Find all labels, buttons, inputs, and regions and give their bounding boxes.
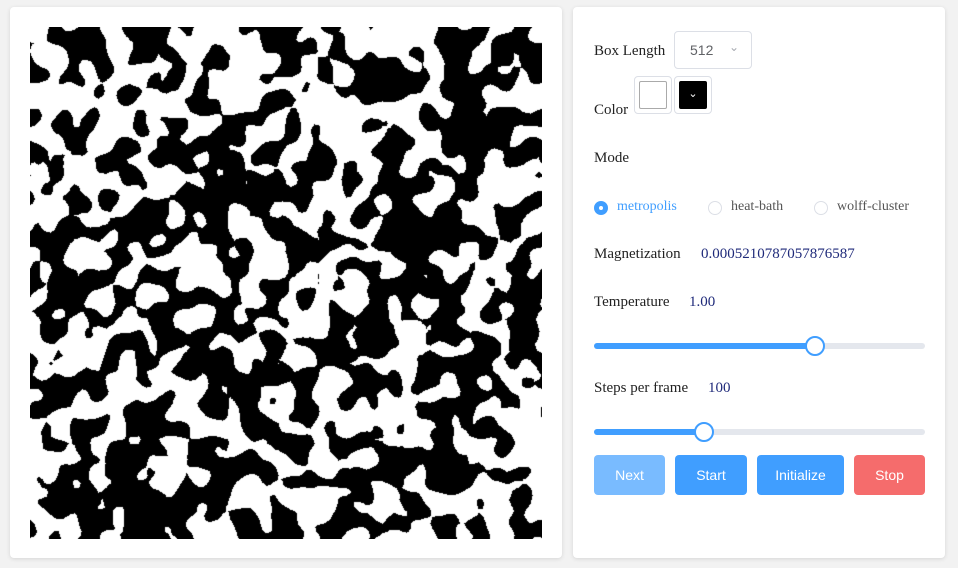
radio-label: heat-bath [731, 199, 784, 214]
temperature-label: Temperature [594, 294, 670, 310]
chevron-down-icon: ⌄ [728, 40, 739, 54]
initialize-button[interactable]: Initialize [757, 455, 844, 495]
box-length-label: Box Length [594, 43, 666, 59]
ising-lattice-canvas [30, 27, 542, 539]
magnetization-label: Magnetization [594, 246, 681, 262]
steps-per-frame-slider[interactable] [594, 422, 925, 442]
slider-fill [594, 343, 815, 349]
lattice-panel [10, 7, 562, 558]
radio-circle-icon [594, 201, 608, 215]
white-color-swatch [639, 81, 667, 109]
box-length-value: 512 [690, 42, 714, 58]
stop-button[interactable]: Stop [854, 455, 925, 495]
magnetization-value: 0.0005210787057876587 [701, 246, 855, 262]
start-button[interactable]: Start [675, 455, 747, 495]
slider-fill [594, 429, 705, 435]
chevron-down-icon: ⌄ [688, 87, 698, 100]
steps-per-frame-value: 100 [708, 380, 731, 396]
black-color-swatch: ⌄ [679, 81, 707, 109]
next-button[interactable]: Next [594, 455, 665, 495]
temperature-value: 1.00 [689, 294, 716, 310]
spin-up-color-picker[interactable] [634, 76, 672, 114]
box-length-select[interactable]: 512 ⌄ [674, 31, 752, 69]
steps-per-frame-label: Steps per frame [594, 380, 689, 396]
radio-circle-icon [814, 201, 828, 215]
control-panel: Box Length 512 ⌄ Color ⌄ Mode metropolis… [573, 7, 945, 558]
temperature-slider[interactable] [594, 336, 925, 356]
slider-thumb[interactable] [694, 422, 715, 442]
slider-thumb[interactable] [804, 336, 825, 356]
radio-label: metropolis [617, 199, 677, 214]
mode-label: Mode [594, 150, 629, 166]
color-label: Color [594, 102, 629, 118]
spin-down-color-picker[interactable]: ⌄ [674, 76, 712, 114]
radio-circle-icon [708, 201, 722, 215]
radio-label: wolff-cluster [837, 199, 910, 214]
